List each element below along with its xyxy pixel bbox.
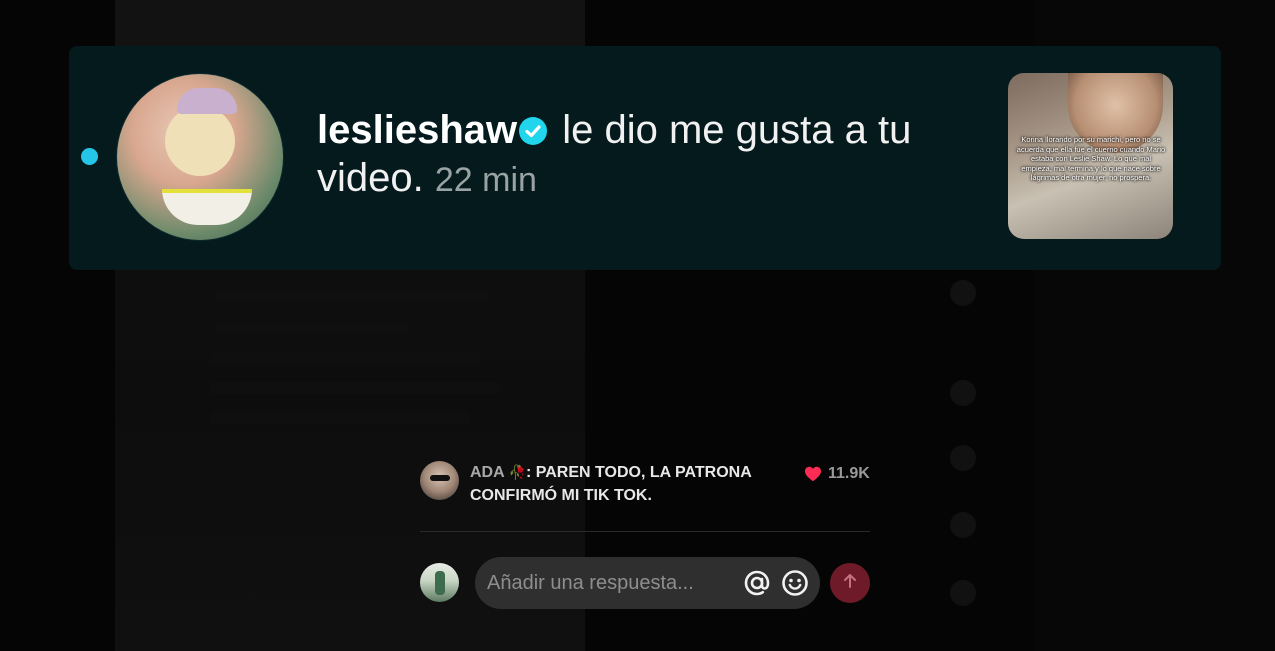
background-caption-line [210,352,480,364]
verified-check-icon [519,117,548,145]
comment-author-avatar[interactable] [420,461,459,500]
comment-separator: : [525,464,532,481]
send-button[interactable] [830,563,870,603]
notification-username[interactable]: leslieshaw [317,108,517,152]
notification-time: 22 min [434,161,537,199]
reply-input[interactable]: Añadir una respuesta... [475,557,820,609]
heart-icon[interactable] [804,466,822,482]
current-user-avatar [420,563,459,602]
rose-emoji: 🥀 [508,464,526,480]
arrow-up-icon [841,572,859,595]
divider [420,531,870,532]
background-rail-icon [950,580,976,606]
background-caption-line [210,322,410,334]
like-count: 11.9K [828,465,870,482]
reply-placeholder[interactable]: Añadir una respuesta... [487,572,734,595]
background-rail-icon [950,280,976,306]
notification-avatar[interactable] [116,73,284,241]
emoji-icon[interactable] [780,568,810,598]
background-caption-line [210,382,500,394]
comment-text-block: ADA 🥀: PAREN TODO, LA PATRONA CONFIRMÓ M… [470,461,790,507]
tiktok-page: leslieshaw le dio me gusta a tu video. 2… [0,0,1275,651]
background-rail-icon [950,380,976,406]
comment-author[interactable]: ADA [470,464,504,481]
unread-dot-icon [81,148,98,165]
background-caption-line [210,290,490,302]
like-notification-banner[interactable]: leslieshaw le dio me gusta a tu video. 2… [69,46,1221,270]
background-rail-icon [950,445,976,471]
video-thumbnail[interactable]: Korina llorando por su marichi, pero no … [1008,73,1173,239]
background-caption-line [210,412,470,424]
comment-like-button[interactable]: 11.9K [804,463,870,485]
notification-text: leslieshaw le dio me gusta a tu video. 2… [317,106,977,204]
background-rail-icon [950,512,976,538]
at-icon[interactable] [742,568,772,598]
thumbnail-caption: Korina llorando por su marichi, pero no … [1016,135,1166,182]
